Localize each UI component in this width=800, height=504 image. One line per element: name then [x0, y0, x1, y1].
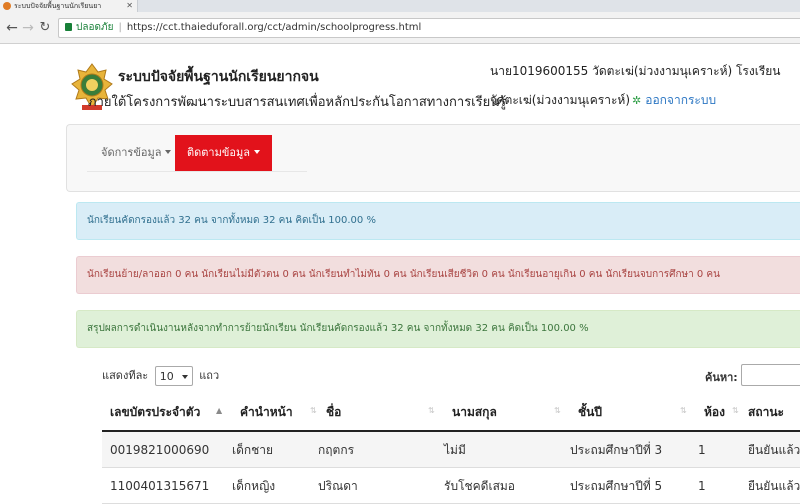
lock-icon	[65, 23, 72, 31]
browser-tabstrip: ระบบปัจจัยพื้นฐานนักเรียนยา ✕	[0, 0, 800, 12]
cell-prefix: เด็กชาย	[232, 443, 274, 457]
header-label: ชื่อ	[326, 405, 342, 419]
result-summary-alert: สรุปผลการดำเนินงานหลังจากทำการย้ายนักเรี…	[76, 310, 800, 348]
header-label: สถานะ	[748, 405, 784, 419]
moved-students-alert: นักเรียนย้าย/ลาออก 0 คน นักเรียนไม่มีตัว…	[76, 256, 800, 294]
table-row[interactable]: 0019821000690 เด็กชาย กฤตกร ไม่มี ประถมศ…	[102, 432, 800, 468]
cell-status: ยืนยันแล้ว	[748, 443, 800, 457]
screened-summary-alert: นักเรียนคัดกรองแล้ว 32 คน จากทั้งหมด 32 …	[76, 202, 800, 240]
cell-room: 1	[698, 443, 706, 457]
cell-first-name: ปริณดา	[318, 479, 358, 493]
cell-first-name: กฤตกร	[318, 443, 355, 457]
search-label: ค้นหา:	[705, 371, 738, 384]
page-size-value: 10	[159, 370, 174, 383]
menu-manage-data[interactable]: จัดการข้อมูล	[87, 135, 185, 171]
search-input[interactable]	[741, 364, 800, 386]
sort-icon: ⇅	[310, 406, 317, 415]
school-name: วัดตะเฆ่(ม่วงงามนุเคราะห์)	[490, 93, 631, 107]
reload-icon[interactable]: ↻	[37, 18, 53, 38]
sort-icon: ⇅	[732, 406, 739, 415]
cell-prefix: เด็กหญิง	[232, 479, 276, 493]
site-subtitle: ภายใต้โครงการพัฒนาระบบสารสนเทศเพื่อหลักป…	[88, 95, 507, 110]
browser-toolbar: ← → ↻ ปลอดภัย | https://cct.thaieduforall.…	[0, 12, 800, 44]
user-info: นาย1019600155 วัดตะเฆ่(ม่วงงามนุเคราะห์)…	[490, 64, 781, 78]
header-label: คำนำหน้า	[240, 405, 293, 419]
header-grade[interactable]: ชั้นปี	[578, 394, 602, 432]
cell-last-name: รับโชคดีเสมอ	[444, 479, 516, 493]
page-size-select[interactable]: 10	[154, 366, 193, 386]
cell-status: ยืนยันแล้ว	[748, 479, 800, 493]
students-table: เลขบัตรประจำตัว ▲ คำนำหน้า ⇅ ชื่อ ⇅ นามส…	[102, 394, 800, 504]
cell-room: 1	[698, 479, 706, 493]
favicon-icon	[3, 2, 11, 10]
caret-down-icon	[165, 150, 172, 154]
secure-label: ปลอดภัย	[76, 22, 114, 33]
navbar-divider	[87, 171, 307, 172]
header-label: ชั้นปี	[578, 405, 602, 419]
sort-icon: ⇅	[554, 406, 561, 415]
url-text: https://cct.thaieduforall.org/cct/admin/…	[126, 22, 422, 33]
page: ระบบปัจจัยพื้นฐานนักเรียนยา ✕ ← → ↻ ปลอด…	[0, 0, 800, 504]
site-title: ระบบปัจจัยพื้นฐานนักเรียนยากจน	[118, 69, 319, 85]
main-navbar: จัดการข้อมูล ติดตามข้อมูล	[66, 124, 800, 192]
menu-manage-data-label: จัดการข้อมูล	[101, 146, 162, 159]
rows-label: แถว	[199, 369, 220, 382]
chevron-down-icon	[181, 375, 188, 379]
gear-icon[interactable]: ✲	[632, 94, 641, 107]
cell-id-number: 0019821000690	[110, 443, 210, 457]
header-label: ห้อง	[704, 405, 725, 419]
forward-icon[interactable]: →	[20, 18, 36, 38]
header-label: เลขบัตรประจำตัว	[110, 405, 201, 419]
back-icon[interactable]: ←	[4, 18, 20, 38]
header-prefix[interactable]: คำนำหน้า	[240, 394, 293, 432]
sort-ascending-icon: ▲	[216, 406, 223, 415]
cell-grade: ประถมศึกษาปีที่ 3	[570, 443, 663, 457]
cell-last-name: ไม่มี	[444, 443, 466, 457]
menu-follow-data[interactable]: ติดตามข้อมูล	[175, 135, 272, 171]
browser-tab[interactable]: ระบบปัจจัยพื้นฐานนักเรียนยา ✕	[0, 0, 138, 12]
header-first-name[interactable]: ชื่อ	[326, 394, 341, 432]
cell-id-number: 1100401315671	[110, 479, 210, 493]
caret-down-icon	[253, 150, 260, 154]
address-bar[interactable]: ปลอดภัย | https://cct.thaieduforall.org/cc…	[58, 18, 800, 38]
school-info: วัดตะเฆ่(ม่วงงามนุเคราะห์) ✲ ออกจากระบบ	[490, 91, 716, 110]
header-last-name[interactable]: นามสกุล	[452, 394, 497, 432]
close-tab-icon[interactable]: ✕	[126, 0, 133, 12]
address-separator: |	[118, 22, 122, 33]
logout-link[interactable]: ออกจากระบบ	[645, 93, 716, 107]
tab-title: ระบบปัจจัยพื้นฐานนักเรียนยา	[14, 2, 102, 10]
header-id-number[interactable]: เลขบัตรประจำตัว	[110, 394, 200, 432]
show-label: แสดงทีละ	[102, 369, 149, 382]
sort-icon: ⇅	[680, 406, 687, 415]
cell-grade: ประถมศึกษาปีที่ 5	[570, 479, 663, 493]
header-room[interactable]: ห้อง	[704, 394, 725, 432]
sort-icon: ⇅	[428, 406, 435, 415]
header-status[interactable]: สถานะ	[748, 394, 784, 432]
table-row[interactable]: 1100401315671 เด็กหญิง ปริณดา รับโชคดีเส…	[102, 468, 800, 504]
page-size-control: แสดงทีละ 10 แถว	[102, 366, 219, 386]
header-label: นามสกุล	[452, 405, 497, 419]
menu-follow-data-label: ติดตามข้อมูล	[187, 146, 250, 159]
table-header: เลขบัตรประจำตัว ▲ คำนำหน้า ⇅ ชื่อ ⇅ นามส…	[102, 394, 800, 432]
